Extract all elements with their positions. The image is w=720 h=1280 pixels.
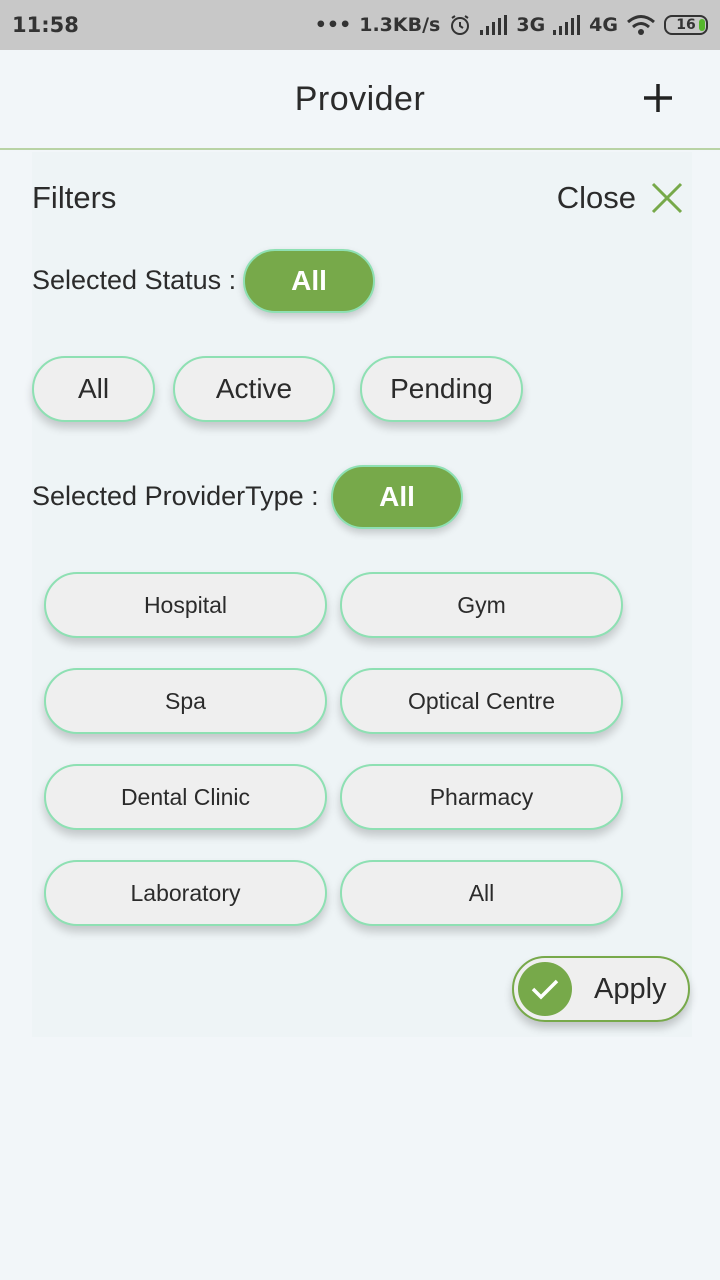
ptype-option-hospital[interactable]: Hospital: [44, 572, 327, 638]
check-icon: [518, 962, 572, 1016]
network-type-1: 3G: [516, 14, 546, 36]
ptype-option-laboratory[interactable]: Laboratory: [44, 860, 327, 926]
selected-status-label: Selected Status :: [32, 265, 237, 295]
wifi-icon: [626, 14, 656, 36]
close-button[interactable]: Close: [557, 180, 684, 216]
page-title: Provider: [294, 79, 426, 118]
filters-heading: Filters: [32, 180, 117, 215]
ptype-option-gym[interactable]: Gym: [340, 572, 623, 638]
close-x-icon: [651, 182, 683, 214]
ptype-option-spa[interactable]: Spa: [44, 668, 327, 734]
apply-button[interactable]: Apply: [512, 956, 690, 1022]
ptype-option-pharmacy[interactable]: Pharmacy: [340, 764, 623, 830]
network-type-2: 4G: [589, 14, 618, 36]
status-option-all[interactable]: All: [32, 356, 155, 422]
add-provider-button[interactable]: [642, 82, 674, 114]
battery-icon: 16: [664, 15, 708, 35]
battery-level: 16: [676, 17, 696, 33]
status-time: 11:58: [12, 13, 79, 37]
signal-icon-2: [553, 15, 581, 35]
close-label: Close: [556, 180, 636, 215]
status-bar: 11:58 ••• 1.3KB/s 3G 4G 16: [0, 0, 720, 50]
selected-status-chip: All: [243, 249, 375, 313]
plus-icon: [644, 84, 672, 112]
ptype-option-all[interactable]: All: [340, 860, 623, 926]
network-speed: 1.3KB/s: [359, 14, 441, 36]
ptype-option-dental-clinic[interactable]: Dental Clinic: [44, 764, 327, 830]
alarm-icon: [448, 13, 472, 37]
selected-provider-type-chip: All: [331, 465, 463, 529]
apply-label: Apply: [594, 973, 667, 1005]
status-dots: •••: [314, 14, 352, 36]
ptype-option-optical-centre[interactable]: Optical Centre: [340, 668, 623, 734]
app-bar: Provider: [0, 50, 720, 150]
selected-provider-type-label: Selected ProviderType :: [32, 481, 319, 511]
filter-panel: Filters Close Selected Status : All All …: [32, 152, 692, 1037]
status-option-pending[interactable]: Pending: [360, 356, 523, 422]
status-option-active[interactable]: Active: [173, 356, 335, 422]
signal-icon: [480, 15, 508, 35]
status-icons: ••• 1.3KB/s 3G 4G 16: [315, 13, 708, 37]
